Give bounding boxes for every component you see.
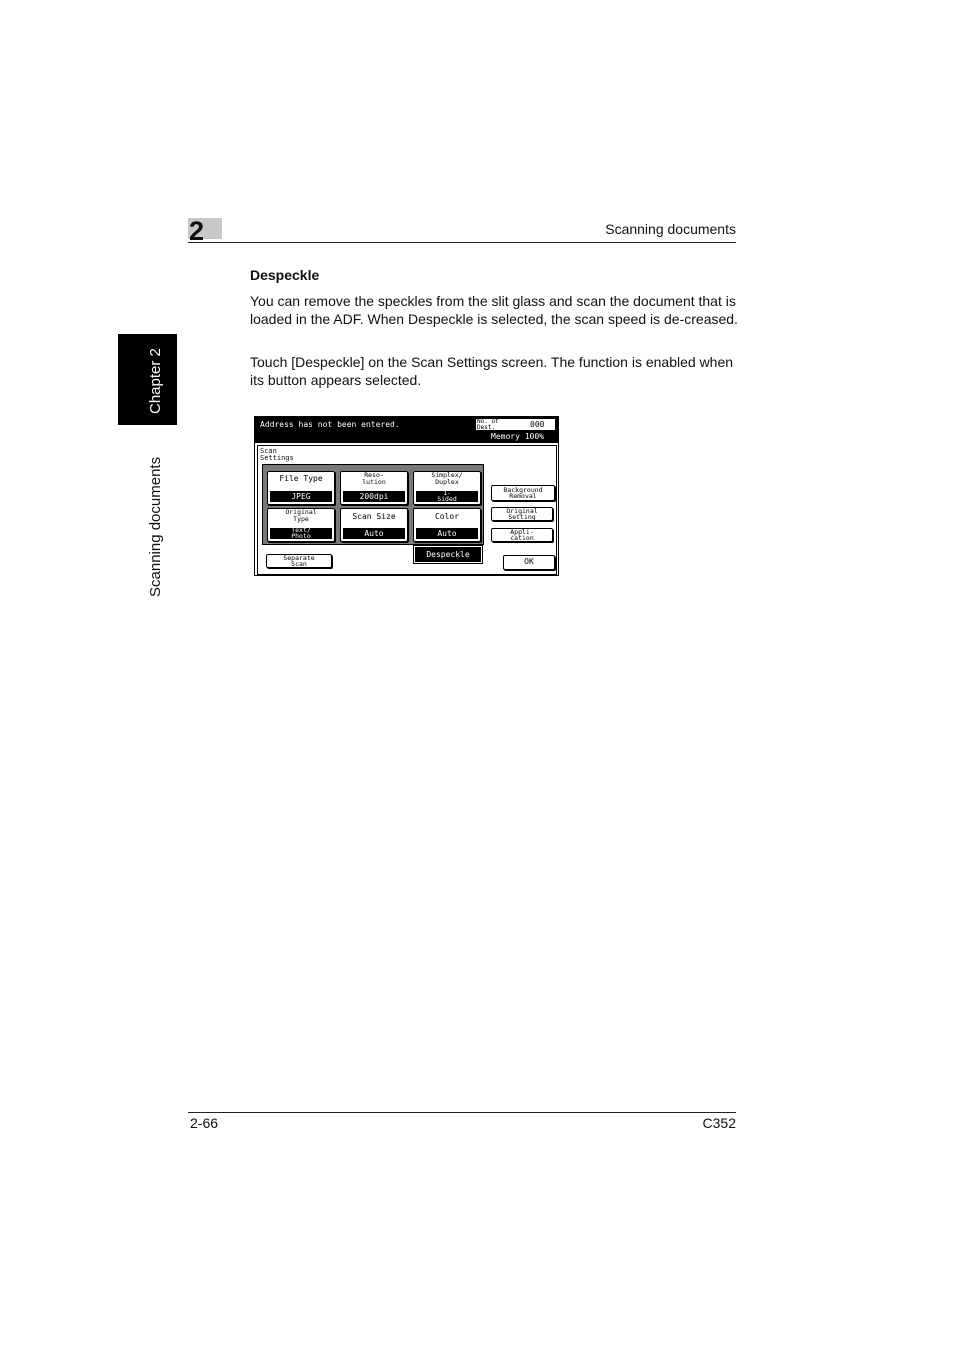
side-section-label: Scanning documents (147, 456, 164, 597)
header-divider (188, 242, 736, 243)
original-type-label: Original Type (285, 508, 317, 523)
resolution-label: Reso- lution (362, 471, 386, 486)
simplex-duplex-button[interactable]: Simplex/ Duplex 1- Sided (413, 471, 481, 505)
background-removal-button[interactable]: Background Removal (491, 485, 555, 501)
simplex-duplex-value: 1- Sided (416, 490, 478, 502)
color-button[interactable]: Color Auto (413, 508, 481, 542)
memory-indicator: Memory 100% (491, 432, 544, 441)
original-setting-button[interactable]: Original Setting (491, 507, 553, 521)
section-heading: Despeckle (250, 267, 320, 283)
simplex-duplex-label: Simplex/ Duplex (431, 471, 463, 486)
original-type-value: Text/ Photo (270, 527, 332, 539)
side-chapter-label: Chapter 2 (147, 348, 164, 414)
page-number: 2-66 (190, 1115, 219, 1131)
scan-size-value: Auto (343, 528, 405, 539)
application-button[interactable]: Appli- cation (491, 528, 553, 542)
file-type-button[interactable]: File Type JPEG (267, 471, 335, 505)
footer-divider (188, 1112, 736, 1113)
separate-scan-button[interactable]: Separate Scan (266, 554, 332, 568)
header-section-title: Scanning documents (605, 221, 736, 237)
destination-count-label: No. of Dest. (477, 418, 499, 431)
scan-settings-label: Scan Settings (260, 447, 294, 462)
ok-button[interactable]: OK (503, 555, 555, 570)
file-type-label: File Type (279, 474, 323, 483)
color-label: Color (434, 512, 460, 521)
resolution-value: 200dpi (343, 491, 405, 502)
instruction-paragraph: Touch [Despeckle] on the Scan Settings s… (250, 354, 734, 388)
file-type-value: JPEG (270, 491, 332, 502)
intro-paragraph: You can remove the speckles from the sli… (250, 293, 738, 327)
color-value: Auto (416, 528, 478, 539)
model-name: C352 (702, 1115, 736, 1131)
scan-size-button[interactable]: Scan Size Auto (340, 508, 408, 542)
destination-count: 000 (530, 420, 545, 429)
original-type-button[interactable]: Original Type Text/ Photo (267, 508, 335, 542)
despeckle-button[interactable]: Despeckle (415, 547, 481, 562)
scan-size-label: Scan Size (352, 512, 396, 521)
resolution-button[interactable]: Reso- lution 200dpi (340, 471, 408, 505)
address-message: Address has not been entered. (260, 420, 400, 429)
scan-settings-screen: Address has not been entered. No. of Des… (254, 416, 559, 576)
